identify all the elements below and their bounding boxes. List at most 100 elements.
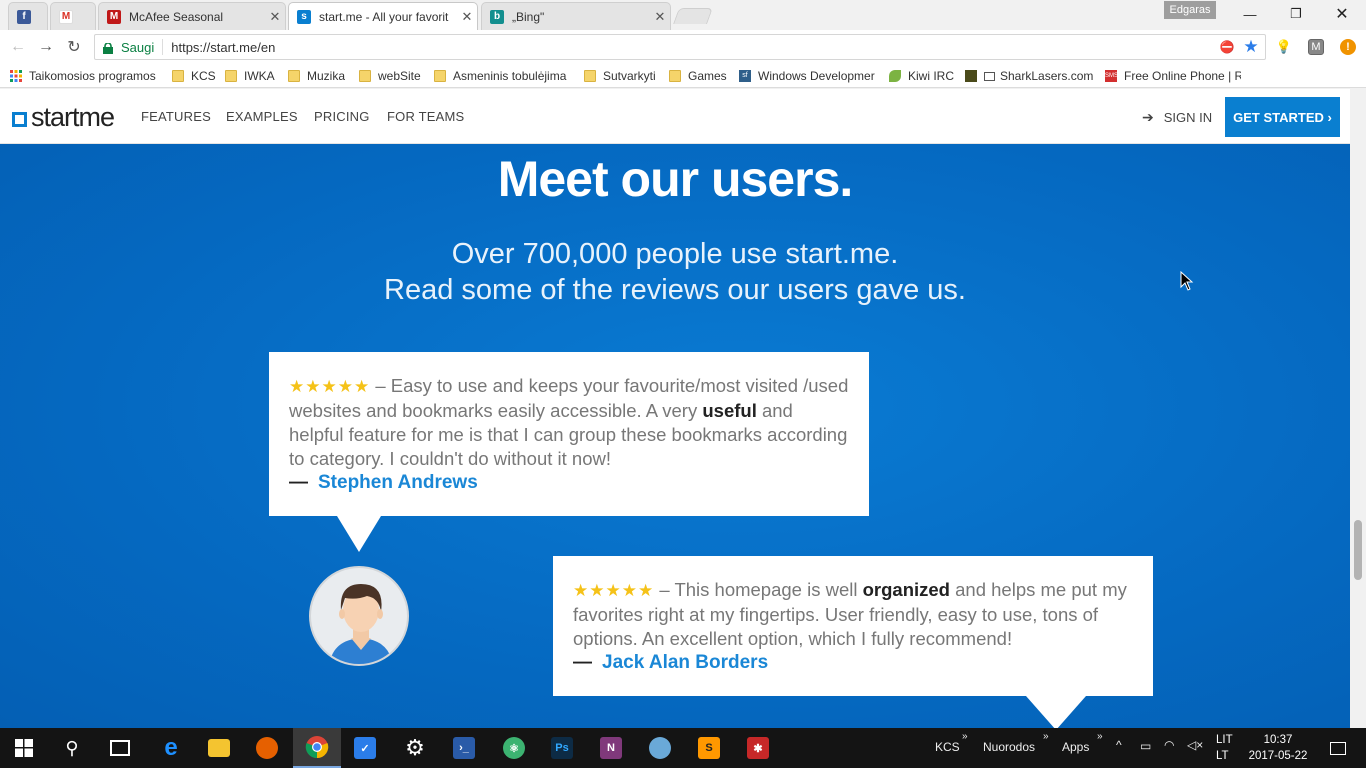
bookmark-folder-asmeninis[interactable]: Asmeninis tobulėjima [434,67,568,85]
explorer-icon[interactable] [195,728,243,768]
scrollbar-thumb[interactable] [1354,520,1362,580]
bookmark-label: Games [688,69,727,83]
bookmark-label: Muzika [307,69,346,83]
sign-in-icon: ➔ [1142,109,1154,125]
sf-icon: sf [739,70,751,82]
bookmark-sharklasers[interactable]: SharkLasers.com [965,67,1093,85]
edge-icon[interactable]: e [147,728,195,768]
back-icon[interactable]: ← [7,36,29,58]
tab-bing[interactable]: b „Bing" ✕ [481,2,671,30]
get-started-button[interactable]: GET STARTED › [1225,97,1340,137]
review-author: — Stephen Andrews [289,471,849,495]
wifi-icon[interactable]: ◠ [1164,738,1174,752]
app-icon[interactable] [636,728,684,768]
tab-strip: f M M McAfee Seasonal ✕ s start.me - All… [0,0,1366,30]
toolbar-apps[interactable]: Apps [1062,740,1089,754]
bookmarks-bar: Taikomosios programos KCS IWKA Muzika we… [0,64,1366,88]
new-tab-button[interactable] [673,8,713,24]
toolbar-nuorodos[interactable]: Nuorodos [983,740,1035,754]
bookmark-label: KCS [191,69,216,83]
clock[interactable]: 10:37 2017-05-22 [1248,732,1308,764]
task-view-icon[interactable] [96,728,144,768]
nav-examples[interactable]: EXAMPLES [226,109,298,124]
bookmark-kiwi-irc[interactable]: Kiwi IRC [889,67,954,85]
tab-gmail[interactable]: M [50,2,96,30]
nav-features[interactable]: FEATURES [141,109,211,124]
logo-text: startme [31,102,115,132]
review-text-bold: organized [862,579,950,600]
clock-date: 2017-05-22 [1248,750,1308,762]
chevron-up-icon[interactable]: ^ [1116,738,1122,752]
onenote-icon[interactable]: N [587,728,635,768]
url-text[interactable]: https://start.me/en [163,40,275,55]
close-icon[interactable]: ✕ [265,9,285,25]
review-text-start: – This homepage is well [654,579,863,600]
tab-title: start.me - All your favorit [319,9,449,24]
atom-icon[interactable]: ⚛ [490,728,538,768]
alert-icon[interactable]: ! [1340,39,1356,55]
tab-mcafee[interactable]: M McAfee Seasonal ✕ [98,2,286,30]
bookmark-folder-muzika[interactable]: Muzika [288,67,345,85]
bing-icon: b [490,9,504,24]
subtitle-line-2: Read some of the reviews our users gave … [384,274,966,306]
battery-icon[interactable]: ▭ [1140,739,1151,753]
sms-icon: SMS [1105,70,1118,82]
bookmark-folder-iwka[interactable]: IWKA [225,67,275,85]
bookmark-star-icon[interactable]: ★ [1243,37,1259,56]
settings-icon[interactable]: ⚙ [391,728,439,768]
close-window-icon[interactable]: ✕ [1319,0,1365,28]
chrome-icon[interactable] [293,728,341,768]
language-indicator[interactable]: LIT LT [1216,732,1233,764]
sign-in-link[interactable]: ➔ SIGN IN [1142,109,1212,126]
bookmark-apps[interactable]: Taikomosios programos [10,67,156,85]
folder-icon [288,70,300,82]
tool-icon[interactable]: ✱ [734,728,782,768]
bookmark-free-phone[interactable]: SMS Free Online Phone | R [1105,67,1241,85]
rating-stars: ★★★★★ [289,377,371,396]
minimize-icon[interactable]: — [1227,0,1273,28]
bookmark-label: SharkLasers.com [1000,69,1094,83]
reload-icon[interactable]: ↻ [63,36,85,58]
lightbulb-icon[interactable]: 💡 [1276,39,1292,55]
notifications-icon[interactable] [1318,728,1358,768]
start-icon[interactable] [0,728,48,768]
photoshop-icon[interactable]: Ps [538,728,586,768]
bookmark-folder-kcs[interactable]: KCS [172,67,216,85]
rating-stars: ★★★★★ [573,581,655,600]
toolbar-kcs[interactable]: KCS [935,740,960,754]
bookmark-folder-games[interactable]: Games [669,67,727,85]
page-title: Meet our users. [497,151,854,207]
nav-pricing[interactable]: PRICING [314,109,370,124]
tab-startme[interactable]: s start.me - All your favorit ✕ [288,2,478,30]
chevron-right-icon[interactable]: » [1097,731,1103,742]
tasks-icon[interactable]: ✓ [341,728,389,768]
secure-indicator[interactable]: Saugi [95,39,164,55]
volume-icon[interactable]: ◁× [1187,738,1203,752]
chevron-right-icon[interactable]: » [1043,731,1049,742]
folder-icon [172,70,184,82]
tab-facebook[interactable]: f [8,2,48,30]
author-name[interactable]: Jack Alan Borders [602,652,768,673]
browser-toolbar: ← → ↻ Saugi https://start.me/en ⛔ ★ 💡 M … [0,30,1366,64]
nav-for-teams[interactable]: FOR TEAMS [387,109,464,124]
bookmark-folder-sutvarkyti[interactable]: Sutvarkyti [584,67,656,85]
restore-icon[interactable]: ❐ [1273,0,1319,28]
sublime-icon[interactable]: S [685,728,733,768]
bookmark-windows-dev[interactable]: sf Windows Developmer [739,67,875,85]
close-icon[interactable]: ✕ [650,9,670,25]
bookmark-folder-website[interactable]: webSite [359,67,421,85]
forward-icon[interactable]: → [35,36,57,58]
startme-logo[interactable]: startme [12,102,115,133]
extension-icon[interactable]: M [1308,39,1324,55]
page-scrollbar[interactable] [1350,89,1366,728]
firefox-icon[interactable] [243,728,291,768]
author-name[interactable]: Stephen Andrews [318,472,478,493]
translate-icon[interactable]: ⛔ [1219,39,1235,55]
search-icon[interactable]: ⚲ [48,728,96,768]
close-icon[interactable]: ✕ [457,9,477,25]
bookmark-label: Asmeninis tobulėjima [453,69,567,83]
profile-badge[interactable]: Edgaras [1164,1,1216,19]
powershell-icon[interactable]: ›_ [440,728,488,768]
chevron-right-icon[interactable]: » [962,731,968,742]
address-bar[interactable]: Saugi https://start.me/en [94,34,1266,60]
